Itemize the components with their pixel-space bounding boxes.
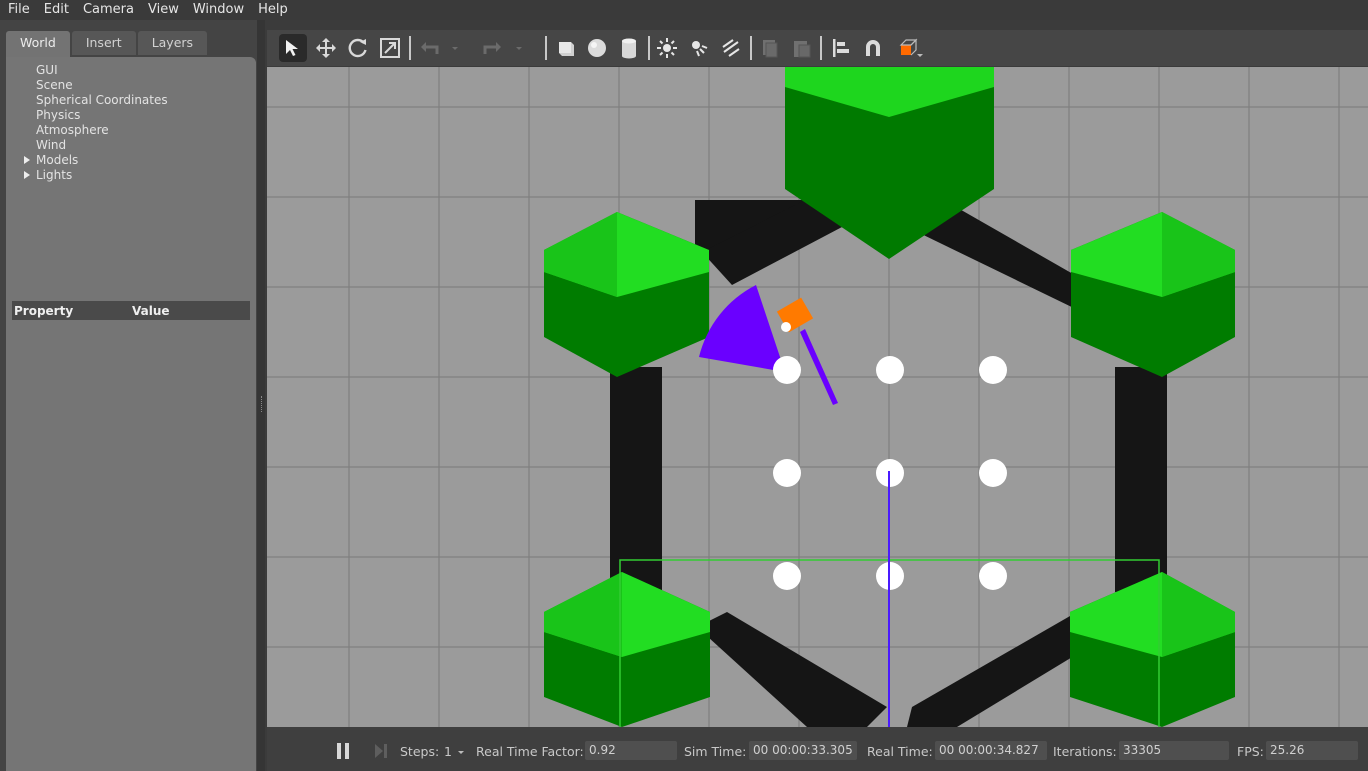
splitter-grip-icon[interactable] (261, 396, 264, 412)
scene-viewport[interactable] (267, 67, 1368, 727)
directional-light-icon[interactable] (717, 34, 745, 62)
sim-time-value: 00 00:00:33.305 (749, 741, 857, 760)
simulation-status-bar: Steps: 1 Real Time Factor: 0.92 Sim Time… (267, 727, 1368, 771)
sphere-shape-icon[interactable] (583, 34, 611, 62)
menu-camera[interactable]: Camera (79, 1, 144, 19)
pause-icon (337, 743, 349, 759)
iterations-value: 33305 (1119, 741, 1229, 760)
toolbar (267, 30, 1368, 66)
scale-mode-icon[interactable] (376, 34, 404, 62)
redo-dropdown-icon[interactable] (511, 34, 527, 62)
waypoint-3 (979, 356, 1007, 384)
menu-window[interactable]: Window (189, 1, 254, 19)
waypoint-1 (773, 356, 801, 384)
redo-icon[interactable] (479, 34, 507, 62)
tab-layers[interactable]: Layers (137, 31, 208, 55)
cylinder-shape-icon[interactable] (615, 34, 643, 62)
left-panel: World Insert Layers GUI Scene Spherical … (0, 20, 262, 771)
view-angle-icon[interactable] (897, 34, 925, 62)
tree-item-gui[interactable]: GUI (36, 63, 58, 78)
scene-canvas[interactable] (267, 67, 1368, 727)
toolbar-separator (545, 36, 547, 60)
value-column-header: Value (132, 303, 170, 318)
tab-insert[interactable]: Insert (71, 31, 136, 55)
world-tree: GUI Scene Spherical Coordinates Physics … (6, 57, 256, 292)
real-time-factor-label: Real Time Factor: (476, 744, 584, 759)
wall-left (610, 367, 662, 592)
tab-world[interactable]: World (6, 31, 70, 57)
iterations-label: Iterations: (1053, 744, 1117, 759)
box-shape-icon[interactable] (551, 34, 579, 62)
tree-item-label: Atmosphere (36, 123, 109, 137)
steps-dropdown-icon[interactable] (456, 743, 466, 760)
menu-bar: File Edit Camera View Window Help (0, 0, 1368, 20)
spot-light-icon[interactable] (685, 34, 713, 62)
real-time-label: Real Time: (867, 744, 933, 759)
panel-tabs: World Insert Layers (6, 31, 209, 57)
steps-value[interactable]: 1 (444, 744, 452, 759)
snap-icon[interactable] (859, 34, 887, 62)
tree-item-label: Spherical Coordinates (36, 93, 168, 107)
steps-label: Steps: (400, 744, 440, 759)
translate-mode-icon[interactable] (312, 34, 340, 62)
tree-item-lights[interactable]: Lights (24, 168, 73, 183)
align-icon[interactable] (827, 34, 855, 62)
waypoint-2 (876, 356, 904, 384)
step-forward-icon (375, 744, 387, 758)
real-time-value: 00 00:00:34.827 (935, 741, 1047, 760)
tree-item-label: GUI (36, 63, 58, 77)
toolbar-separator (409, 36, 411, 60)
undo-icon[interactable] (415, 34, 443, 62)
menu-view[interactable]: View (144, 1, 189, 19)
property-column-header: Property (14, 303, 74, 318)
property-header: Property Value (12, 301, 250, 320)
step-button[interactable] (373, 742, 389, 763)
waypoint-7 (773, 562, 801, 590)
wall-right (1115, 367, 1167, 592)
pause-button[interactable] (335, 742, 351, 763)
property-panel: Property Value (6, 292, 256, 771)
tree-item-label: Wind (36, 138, 67, 152)
expand-arrow-icon[interactable] (24, 171, 30, 179)
undo-dropdown-icon[interactable] (447, 34, 463, 62)
tree-item-models[interactable]: Models (24, 153, 79, 168)
rotate-mode-icon[interactable] (344, 34, 372, 62)
tree-item-label: Physics (36, 108, 81, 122)
expand-arrow-icon[interactable] (24, 156, 30, 164)
fps-value: 25.26 (1266, 741, 1358, 760)
copy-icon[interactable] (756, 34, 784, 62)
tree-item-scene[interactable]: Scene (36, 78, 73, 93)
menu-help[interactable]: Help (254, 1, 298, 19)
paste-icon[interactable] (788, 34, 816, 62)
tree-item-spherical-coordinates[interactable]: Spherical Coordinates (36, 93, 168, 108)
menu-edit[interactable]: Edit (40, 1, 79, 19)
tree-item-atmosphere[interactable]: Atmosphere (36, 123, 109, 138)
toolbar-separator (750, 36, 752, 60)
sim-time-label: Sim Time: (684, 744, 747, 759)
tree-item-label: Lights (36, 168, 73, 182)
toolbar-separator (648, 36, 650, 60)
real-time-factor-value: 0.92 (585, 741, 677, 760)
waypoint-4 (773, 459, 801, 487)
tree-item-physics[interactable]: Physics (36, 108, 80, 123)
toolbar-separator (820, 36, 822, 60)
tree-item-wind[interactable]: Wind (36, 138, 66, 153)
tree-item-label: Models (36, 153, 79, 167)
point-light-icon[interactable] (653, 34, 681, 62)
fps-label: FPS: (1237, 744, 1264, 759)
select-mode-icon[interactable] (279, 34, 307, 62)
waypoint-6 (979, 459, 1007, 487)
tree-item-label: Scene (36, 78, 73, 92)
waypoint-9 (979, 562, 1007, 590)
menu-file[interactable]: File (4, 1, 40, 19)
